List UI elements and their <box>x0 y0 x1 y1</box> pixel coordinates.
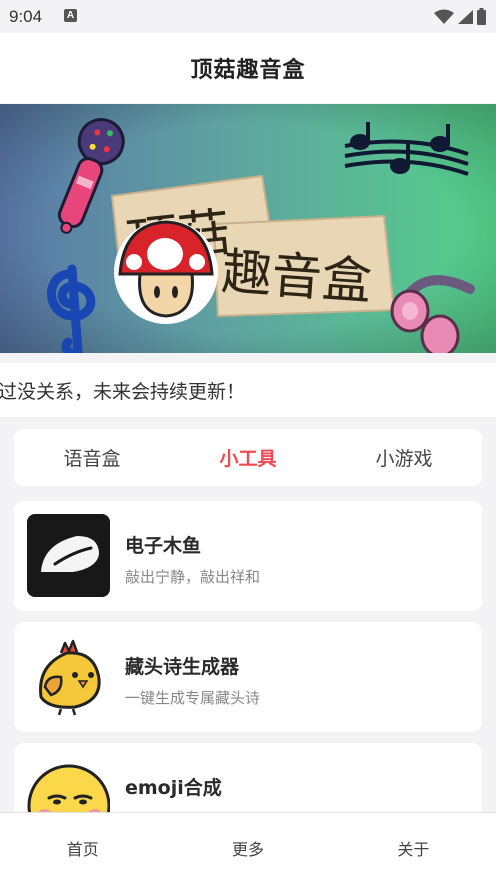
bottom-navigation: 首页 更多 关于 <box>0 812 496 882</box>
tab-voice-box[interactable]: 语音盒 <box>14 429 170 486</box>
banner-title-line2: 趣音盒 <box>220 243 374 311</box>
status-icons <box>434 8 486 25</box>
tool-subtitle: 敲出宁静，敲出祥和 <box>125 568 261 586</box>
nav-home[interactable]: 首页 <box>0 813 165 882</box>
tool-title: emoji合成 <box>125 777 222 799</box>
tool-subtitle: 一键生成专属藏头诗 <box>125 689 261 707</box>
status-time: 9:04 <box>9 7 43 26</box>
tool-title: 电子木鱼 <box>125 535 202 557</box>
notice-marquee: 过没关系，未来会持续更新！ <box>0 363 496 417</box>
wooden-fish-icon <box>27 514 110 597</box>
page-title: 顶菇趣音盒 <box>190 58 306 83</box>
notification-a-icon: A <box>64 9 77 22</box>
status-bar: 9:04 A <box>0 0 496 33</box>
battery-icon <box>477 8 486 25</box>
chick-icon <box>27 635 110 718</box>
mushroom-icon <box>114 220 218 324</box>
nav-about[interactable]: 关于 <box>331 813 496 882</box>
signal-icon <box>458 9 473 24</box>
category-tabs: 语音盒 小工具 小游戏 <box>14 429 482 486</box>
notice-text: 过没关系，未来会持续更新！ <box>0 381 246 403</box>
tab-tools[interactable]: 小工具 <box>170 429 326 486</box>
app-title-bar: 顶菇趣音盒 <box>0 33 496 103</box>
tool-card-wooden-fish[interactable]: 电子木鱼 敲出宁静，敲出祥和 <box>14 501 482 611</box>
banner-illustration: 顶菇 趣音盒 <box>0 104 496 353</box>
banner-image[interactable]: 顶菇 趣音盒 <box>0 104 496 353</box>
tool-card-acrostic-poem[interactable]: 藏头诗生成器 一键生成专属藏头诗 <box>14 622 482 732</box>
wifi-icon <box>434 9 454 24</box>
tab-games[interactable]: 小游戏 <box>326 429 482 486</box>
nav-more[interactable]: 更多 <box>165 813 330 882</box>
tool-title: 藏头诗生成器 <box>125 656 240 678</box>
